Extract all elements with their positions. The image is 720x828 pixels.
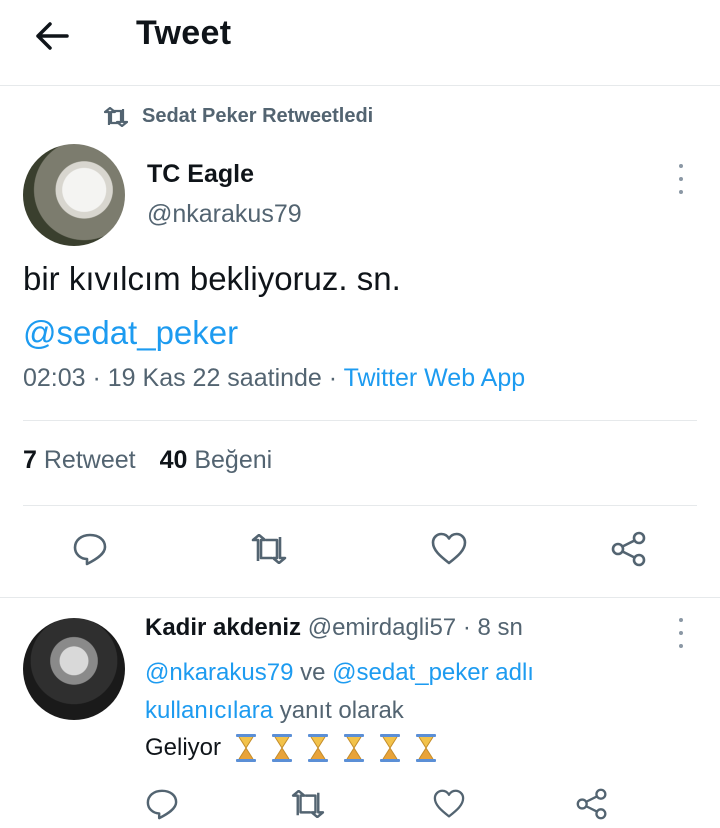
retweet-button[interactable] (245, 525, 293, 573)
hourglass-icon (344, 734, 365, 762)
avatar[interactable] (23, 618, 125, 720)
reply-timestamp[interactable]: · 8 sn (456, 614, 523, 641)
like-button[interactable] (425, 525, 473, 573)
mention-link[interactable]: @nkarakus79 (145, 659, 293, 686)
retweets-stat[interactable]: 7 Retweet (23, 446, 136, 475)
tweet-timestamp[interactable]: 02:03 · 19 Kas 22 saatinde · (23, 364, 344, 392)
more-icon-dot (679, 177, 683, 181)
tweet-source-link[interactable]: Twitter Web App (344, 364, 526, 392)
tweet-stats: 7 Retweet 40 Beğeni (23, 446, 272, 475)
reply-context-and: ve (293, 659, 333, 686)
share-icon (576, 788, 607, 820)
avatar[interactable] (23, 144, 125, 246)
reply-button[interactable] (138, 780, 186, 828)
hourglass-icon (308, 734, 329, 762)
more-icon (679, 618, 683, 622)
retweet-context-label: Sedat Peker Retweetledi (142, 105, 374, 127)
retweet-button[interactable] (284, 780, 332, 828)
divider (23, 420, 697, 421)
arrow-left-icon (36, 22, 69, 50)
reply-icon (146, 789, 178, 820)
reply-context-suffix: yanıt olarak (273, 697, 404, 724)
retweet-icon (251, 534, 287, 564)
share-button[interactable] (568, 780, 616, 828)
like-button[interactable] (425, 780, 473, 828)
more-options-button[interactable] (671, 616, 691, 650)
heart-icon (431, 532, 467, 565)
reply-author-handle[interactable]: @emirdagli57 (308, 614, 456, 641)
hourglass-icon (272, 734, 293, 762)
author-name[interactable]: TC Eagle (147, 160, 254, 189)
mention-link[interactable]: kullanıcılara (145, 697, 273, 724)
reply-icon (73, 533, 107, 566)
likes-stat[interactable]: 40 Beğeni (160, 446, 273, 475)
reply-button[interactable] (66, 525, 114, 573)
share-icon (611, 531, 646, 567)
mention-link[interactable]: @sedat_peker adlı (332, 659, 534, 686)
tweet-meta: 02:03 · 19 Kas 22 saatinde · Twitter Web… (23, 364, 525, 393)
like-count: 40 (159, 446, 188, 474)
hourglass-icon (236, 734, 257, 762)
retweet-count: 7 (23, 446, 37, 474)
more-icon-dot (679, 644, 683, 648)
mention-link[interactable]: @sedat_peker (23, 306, 401, 360)
back-button[interactable] (28, 14, 76, 58)
retweet-icon (104, 106, 128, 127)
retweet-icon (291, 790, 325, 818)
retweet-label: Retweet (43, 446, 136, 474)
more-icon (679, 164, 683, 168)
reply-body: Geliyor (145, 734, 222, 761)
more-icon-dot (679, 190, 683, 194)
reply-text: Geliyor (145, 733, 437, 763)
like-label: Beğeni (194, 446, 273, 474)
hourglass-icon (380, 734, 401, 762)
author-handle[interactable]: @nkarakus79 (147, 200, 302, 229)
reply-author-name[interactable]: Kadir akdeniz (145, 614, 301, 641)
heart-icon (433, 789, 465, 818)
reply-context: @nkarakus79 ve @sedat_peker adlı kullanıc… (145, 654, 645, 730)
share-button[interactable] (605, 525, 653, 573)
more-options-button[interactable] (671, 162, 691, 196)
top-bar (0, 0, 720, 86)
tweet-text: bir kıvılcım bekliyoruz. sn. @sedat_peke… (23, 252, 401, 360)
more-icon-dot (679, 631, 683, 635)
divider (0, 597, 720, 598)
reply-header: Kadir akdeniz @emirdagli57 · 8 sn (145, 614, 523, 642)
page-title: Tweet (136, 14, 232, 52)
hourglass-group (235, 733, 437, 763)
retweet-context: Sedat Peker Retweetledi (104, 105, 373, 128)
hourglass-icon (416, 734, 437, 762)
tweet-body: bir kıvılcım bekliyoruz. sn. (23, 260, 401, 297)
divider (23, 505, 697, 506)
